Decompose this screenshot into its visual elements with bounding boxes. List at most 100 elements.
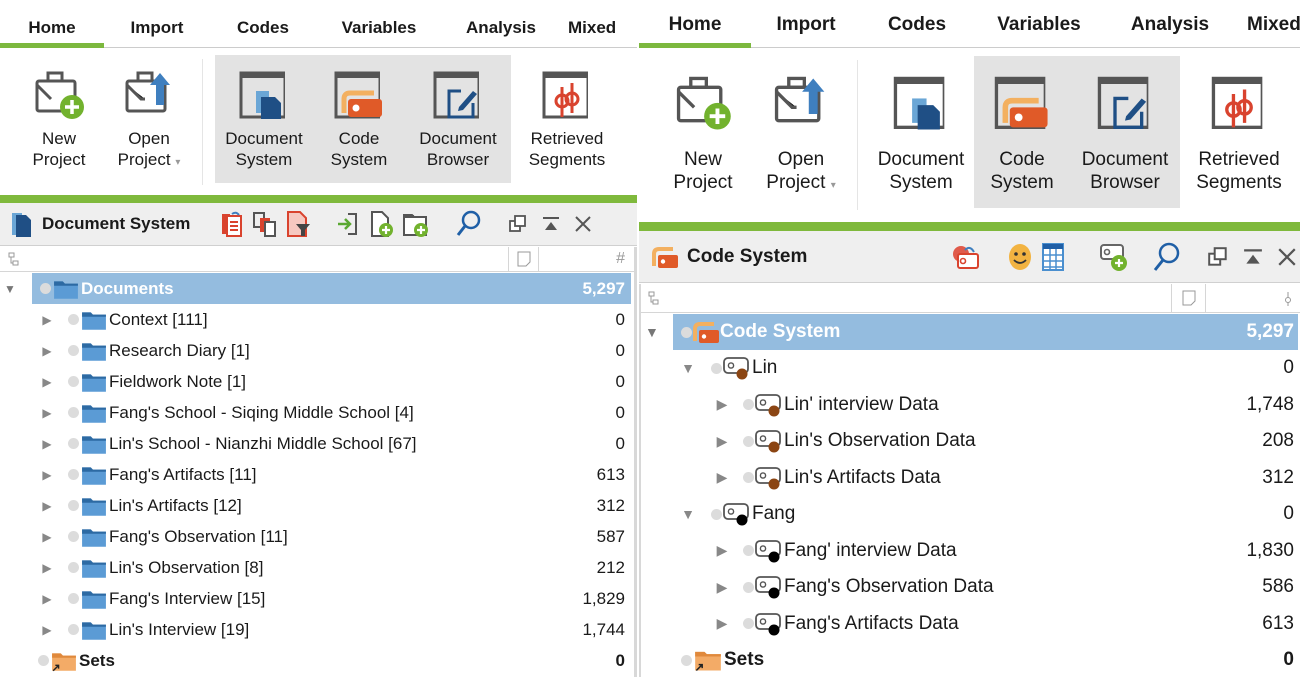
activate-codes-icon[interactable] (951, 242, 981, 272)
expand-arrow-icon[interactable]: ▶ (40, 344, 54, 358)
expand-arrow-icon[interactable]: ▶ (40, 530, 54, 544)
tree-item-document-group[interactable]: ▶ Fang's Interview [15] 1,829 (0, 583, 637, 614)
tree-item-document-group[interactable]: ▶ Research Diary [1] 0 (0, 335, 637, 366)
collapse-arrow-icon[interactable]: ▼ (4, 282, 16, 296)
tab-import[interactable]: Import (751, 8, 861, 47)
import-documents-icon[interactable] (336, 211, 360, 237)
filter-documents-icon[interactable] (286, 210, 312, 238)
tree-item-code[interactable]: ▶ Lin' interview Data 1,748 (639, 387, 1300, 424)
status-dot (68, 531, 79, 542)
tab-home[interactable]: Home (0, 12, 104, 48)
count-column-header[interactable]: # (538, 247, 633, 271)
tree-item-document-group[interactable]: ▶ Lin's Artifacts [12] 312 (0, 490, 637, 521)
tree-item-code[interactable]: ▶ Lin's Observation Data 208 (639, 423, 1300, 460)
tree-item-code[interactable]: ▶ Fang's Artifacts Data 613 (639, 606, 1300, 643)
tree-item-code[interactable]: ▶ Fang's Observation Data 586 (639, 569, 1300, 606)
expand-arrow-icon[interactable]: ▶ (715, 396, 729, 413)
tree-item-document-group[interactable]: ▶ Fang's School - Siqing Middle School [4… (0, 397, 637, 428)
close-icon[interactable] (1277, 247, 1297, 267)
new-document-icon[interactable] (370, 210, 394, 238)
new-document-group-icon[interactable] (402, 210, 430, 238)
tree-root-code-system[interactable]: ▼ Code System 5,297 (645, 314, 1298, 350)
tab-analysis[interactable]: Analysis (442, 12, 560, 47)
tree-item-code[interactable]: ▶ Fang' interview Data 1,830 (639, 533, 1300, 570)
tab-codes[interactable]: Codes (210, 12, 316, 47)
open-project-button[interactable]: Open Project ▾ (751, 56, 851, 210)
window-accent-bar (0, 195, 637, 203)
document-system-button[interactable]: Document System (868, 56, 974, 210)
code-system-button[interactable]: Code System (974, 56, 1070, 208)
expand-arrow-icon[interactable]: ▶ (40, 468, 54, 482)
tree-item-document-group[interactable]: ▶ Lin's School - Nianzhi Middle School [6… (0, 428, 637, 459)
open-project-button[interactable]: Open Project ▾ (104, 55, 194, 185)
tree-structure-icon (648, 291, 660, 305)
document-system-button[interactable]: Document System (215, 55, 313, 183)
expand-arrow-icon[interactable]: ▶ (715, 469, 729, 486)
tree-item-document-group[interactable]: ▶ Context [111] 0 (0, 304, 637, 335)
tab-mixed[interactable]: Mixed (560, 12, 620, 47)
maximize-window-icon[interactable] (1243, 247, 1263, 267)
tab-label: Import (776, 14, 836, 35)
collapse-arrow-icon[interactable]: ▼ (681, 360, 695, 376)
tab-analysis[interactable]: Analysis (1105, 8, 1235, 47)
expand-arrow-icon[interactable]: ▶ (40, 623, 54, 637)
document-browser-button[interactable]: Document Browser (1070, 56, 1180, 208)
document-browser-button[interactable]: Document Browser (405, 55, 511, 183)
expand-arrow-icon[interactable]: ▶ (40, 561, 54, 575)
tree-item-document-group[interactable]: ▶ Lin's Observation [8] 212 (0, 552, 637, 583)
collapse-arrow-icon[interactable]: ▼ (681, 506, 695, 522)
collapse-arrow-icon[interactable]: ▼ (645, 324, 659, 340)
tree-item-code[interactable]: ▶ Lin's Artifacts Data 312 (639, 460, 1300, 497)
copy-documents-icon[interactable] (252, 210, 280, 238)
undock-window-icon[interactable] (1207, 246, 1229, 268)
tree-item-code-parent[interactable]: ▼ Lin 0 (639, 350, 1300, 387)
activate-documents-icon[interactable] (220, 210, 246, 238)
expand-arrow-icon[interactable]: ▶ (715, 433, 729, 450)
emoticode-icon[interactable] (1007, 242, 1033, 272)
chevron-down-icon[interactable]: ▾ (831, 180, 836, 191)
new-code-icon[interactable] (1099, 242, 1129, 272)
expand-arrow-icon[interactable]: ▶ (40, 375, 54, 389)
tab-variables[interactable]: Variables (316, 12, 442, 47)
code-table-icon[interactable] (1041, 242, 1065, 272)
tree-root-documents[interactable]: ▼ Documents 5,297 (4, 273, 631, 304)
tab-mixed[interactable]: Mixed (1235, 8, 1300, 47)
search-icon[interactable] (456, 210, 482, 238)
code-list: ▼ Lin 0 ▶ Lin' interview Data 1,748 ▶ Lin's Obs… (639, 350, 1300, 642)
memo-column-header[interactable] (508, 247, 538, 271)
maximize-window-icon[interactable] (542, 215, 560, 233)
retrieved-segments-button[interactable]: Retrieved Segments (1180, 56, 1298, 210)
tree-item-document-group[interactable]: ▶ Fang's Observation [11] 587 (0, 521, 637, 552)
tab-home[interactable]: Home (639, 8, 751, 48)
expand-arrow-icon[interactable]: ▶ (40, 406, 54, 420)
coded-segments-column-header[interactable] (1205, 284, 1298, 312)
tree-value: 0 (615, 402, 625, 422)
expand-arrow-icon[interactable]: ▶ (40, 437, 54, 451)
memo-column-header[interactable] (1171, 284, 1205, 312)
tab-label: Home (668, 14, 722, 35)
tree-item-sets[interactable]: Sets 0 (0, 645, 637, 676)
tree-item-code-parent[interactable]: ▼ Fang 0 (639, 496, 1300, 533)
retrieved-segments-button[interactable]: Retrieved Segments (511, 55, 623, 185)
tree-item-document-group[interactable]: ▶ Fang's Artifacts [11] 613 (0, 459, 637, 490)
tree-item-document-group[interactable]: ▶ Fieldwork Note [1] 0 (0, 366, 637, 397)
expand-arrow-icon[interactable]: ▶ (40, 592, 54, 606)
expand-arrow-icon[interactable]: ▶ (40, 313, 54, 327)
code-system-button[interactable]: Code System (313, 55, 405, 183)
tab-import[interactable]: Import (104, 12, 210, 47)
tree-label: Lin's Artifacts Data (784, 466, 941, 488)
search-icon[interactable] (1153, 242, 1181, 272)
tree-item-sets[interactable]: Sets 0 (639, 642, 1300, 677)
chevron-down-icon[interactable]: ▾ (175, 157, 180, 168)
expand-arrow-icon[interactable]: ▶ (715, 615, 729, 632)
new-project-button[interactable]: New Project (14, 55, 104, 185)
expand-arrow-icon[interactable]: ▶ (715, 579, 729, 596)
expand-arrow-icon[interactable]: ▶ (40, 499, 54, 513)
tree-item-document-group[interactable]: ▶ Lin's Interview [19] 1,744 (0, 614, 637, 645)
new-project-button[interactable]: New Project (655, 56, 751, 210)
undock-window-icon[interactable] (508, 214, 528, 234)
expand-arrow-icon[interactable]: ▶ (715, 542, 729, 559)
close-icon[interactable] (574, 215, 592, 233)
tab-codes[interactable]: Codes (861, 8, 973, 47)
tab-variables[interactable]: Variables (973, 8, 1105, 47)
